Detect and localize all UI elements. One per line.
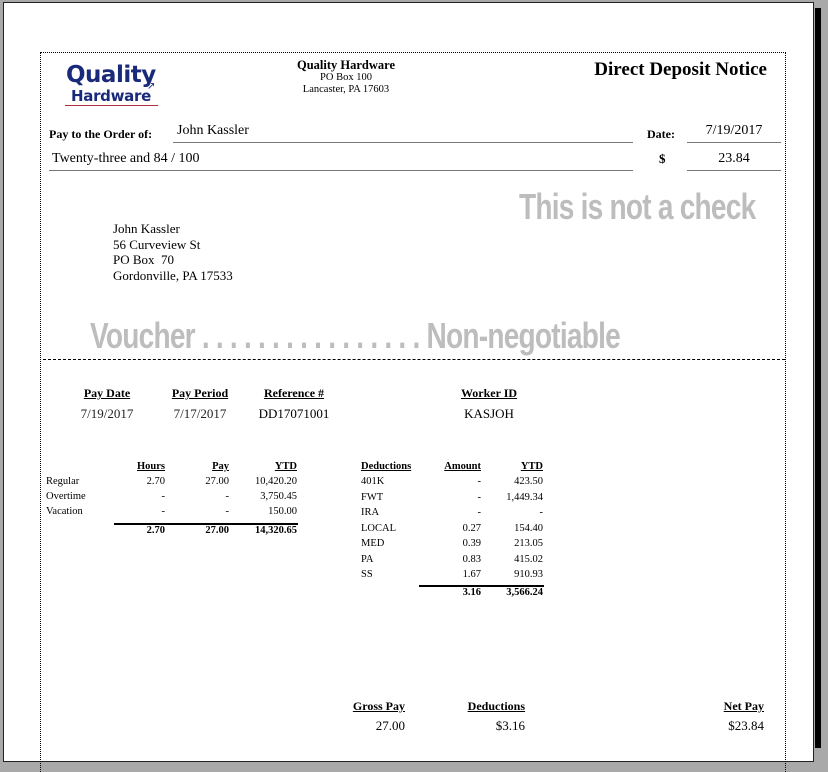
deduction-amount: 0.83 bbox=[462, 553, 481, 565]
worker-id-value: KASJOH bbox=[464, 406, 514, 421]
company-address-line2: Lancaster, PA 17603 bbox=[302, 84, 390, 95]
page-shadow bbox=[815, 8, 821, 748]
deductions-total-amount: 3.16 bbox=[462, 587, 481, 598]
worker-id-header: Worker ID bbox=[460, 386, 518, 400]
deductions-ytd-header: YTD bbox=[520, 461, 543, 472]
deduction-ytd: 423.50 bbox=[514, 476, 543, 487]
deduction-amount: 0.27 bbox=[462, 522, 481, 534]
earnings-table: Hours Pay YTD Regular 2.70 27.00 10,420.… bbox=[41, 461, 301, 541]
earnings-pay: - bbox=[225, 506, 230, 517]
address-city-state-zip: Gordonville, PA 17533 bbox=[113, 267, 233, 283]
logo-word-hardware: Hardware bbox=[71, 87, 151, 105]
voucher-watermark: Voucher . . . . . . . . . . . . . . . . … bbox=[90, 315, 621, 357]
check-amount: 23.84 bbox=[718, 151, 750, 166]
net-pay-header: Net Pay bbox=[723, 699, 764, 713]
earnings-hours: - bbox=[161, 491, 166, 502]
address-street: 56 Curveview St bbox=[113, 236, 201, 252]
deduction-label: MED bbox=[361, 538, 385, 549]
check-date: 7/19/2017 bbox=[705, 123, 763, 138]
earnings-label: Overtime bbox=[46, 491, 86, 502]
payee-underline bbox=[173, 142, 633, 143]
deductions-total-ytd: 3,566.24 bbox=[506, 587, 543, 598]
not-a-check-watermark: This is not a check bbox=[519, 186, 756, 227]
date-label: Date: bbox=[647, 127, 675, 141]
pay-date-value: 7/19/2017 bbox=[80, 406, 134, 421]
deductions-name-header: Deductions bbox=[361, 461, 412, 472]
pay-date-header: Pay Date bbox=[83, 386, 131, 400]
deduction-ytd: - bbox=[539, 507, 544, 518]
notice-body: Quality ↗ Hardware Quality Hardware PO B… bbox=[40, 52, 786, 772]
deduction-label: LOCAL bbox=[361, 522, 396, 534]
deduction-amount: - bbox=[477, 476, 482, 487]
reference-value: DD17071001 bbox=[258, 406, 330, 421]
deduction-ytd: 910.93 bbox=[514, 569, 543, 580]
deduction-label: 401K bbox=[361, 476, 385, 487]
pay-period-value: 7/17/2017 bbox=[173, 406, 227, 421]
non-negotiable-label: Non-negotiable bbox=[426, 315, 621, 356]
earnings-ytd: 10,420.20 bbox=[255, 476, 297, 487]
earnings-hours: - bbox=[161, 506, 166, 517]
earnings-label: Regular bbox=[46, 476, 80, 487]
amount-underline bbox=[687, 170, 781, 171]
address-name: John Kassler bbox=[113, 221, 180, 236]
amount-words-underline bbox=[49, 170, 633, 171]
logo-word-quality: Quality bbox=[66, 62, 156, 88]
deduction-ytd: 213.05 bbox=[514, 538, 543, 549]
deduction-label: FWT bbox=[361, 491, 384, 503]
company-header: Quality Hardware PO Box 100 Lancaster, P… bbox=[261, 58, 431, 96]
earnings-ytd: 150.00 bbox=[268, 506, 297, 517]
logo-underline bbox=[65, 105, 158, 106]
earnings-ytd: 3,750.45 bbox=[260, 491, 297, 502]
deductions-summary-value: $3.16 bbox=[495, 718, 525, 733]
address-po-box: PO Box 70 bbox=[113, 252, 175, 267]
deduction-label: IRA bbox=[361, 507, 380, 518]
tear-line bbox=[43, 359, 785, 360]
date-underline bbox=[687, 142, 781, 143]
earnings-hours-header: Hours bbox=[136, 461, 165, 472]
pay-period-header: Pay Period bbox=[171, 386, 229, 400]
gross-pay-header: Gross Pay bbox=[352, 699, 405, 713]
deduction-amount: - bbox=[477, 491, 482, 503]
mailing-address: John Kassler 56 Curveview St PO Box 70 G… bbox=[113, 221, 233, 283]
earnings-total-ytd: 14,320.65 bbox=[255, 525, 297, 536]
deduction-ytd: 154.40 bbox=[514, 522, 543, 534]
deduction-ytd: 415.02 bbox=[514, 553, 543, 565]
earnings-total-hours: 2.70 bbox=[146, 525, 165, 536]
deduction-ytd: 1,449.34 bbox=[506, 491, 543, 503]
payee-name: John Kassler bbox=[177, 123, 249, 138]
earnings-pay: 27.00 bbox=[205, 476, 229, 487]
company-name: Quality Hardware bbox=[296, 58, 396, 72]
reference-header: Reference # bbox=[263, 386, 325, 400]
deduction-label: SS bbox=[361, 569, 373, 580]
earnings-pay: - bbox=[225, 491, 230, 502]
deductions-summary-header: Deductions bbox=[467, 699, 525, 713]
earnings-hours: 2.70 bbox=[146, 476, 165, 487]
amount-in-words: Twenty-three and 84 / 100 bbox=[52, 151, 200, 166]
deductions-table: Deductions Amount YTD 401K - 423.50 FWT … bbox=[359, 461, 549, 601]
document-page: Quality ↗ Hardware Quality Hardware PO B… bbox=[3, 2, 814, 772]
deduction-amount: - bbox=[477, 507, 482, 518]
company-logo: Quality ↗ Hardware bbox=[62, 62, 162, 106]
document-title: Direct Deposit Notice bbox=[594, 59, 767, 80]
earnings-pay-header: Pay bbox=[212, 461, 229, 472]
earnings-ytd-header: YTD bbox=[274, 461, 297, 472]
net-pay-value: $23.84 bbox=[728, 718, 764, 733]
gross-pay-value: 27.00 bbox=[375, 718, 405, 733]
pay-to-label: Pay to the Order of: bbox=[49, 127, 153, 141]
deduction-amount: 1.67 bbox=[462, 569, 481, 580]
voucher-label: Voucher . . . . . . . . . . . . . . . . bbox=[90, 315, 420, 356]
company-address-line1: PO Box 100 bbox=[320, 72, 372, 83]
dollar-sign: $ bbox=[659, 151, 666, 166]
earnings-label: Vacation bbox=[46, 506, 83, 517]
earnings-total-pay: 27.00 bbox=[205, 525, 229, 536]
deductions-amount-header: Amount bbox=[444, 461, 481, 472]
deduction-label: PA bbox=[361, 553, 374, 565]
deduction-amount: 0.39 bbox=[462, 538, 481, 549]
